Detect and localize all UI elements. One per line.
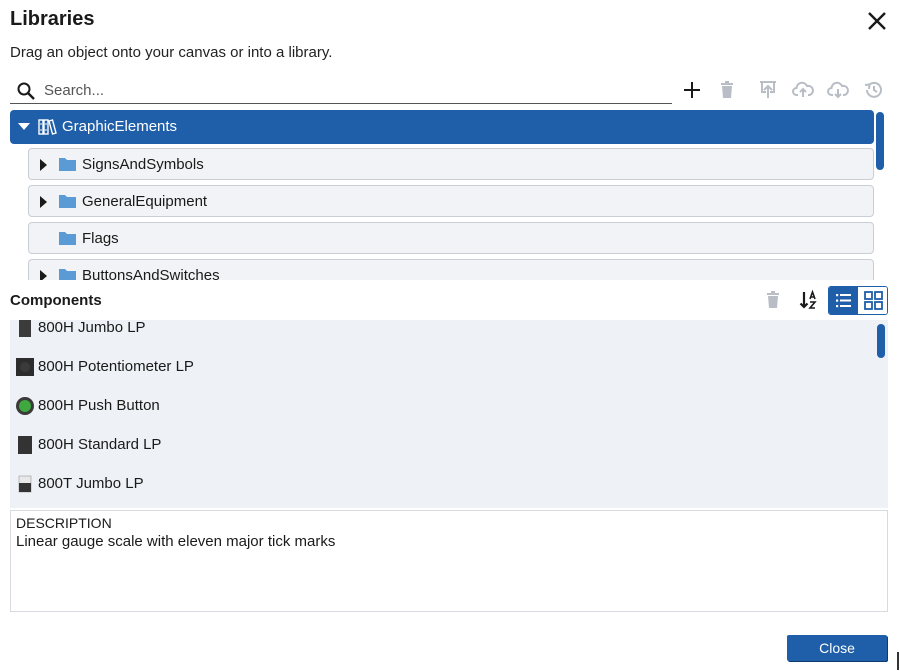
description-title: DESCRIPTION: [16, 515, 112, 531]
description-text: Linear gauge scale with eleven major tic…: [16, 533, 336, 550]
component-thumbnail: [18, 436, 32, 454]
add-icon[interactable]: [680, 78, 704, 102]
dialog-subtitle: Drag an object onto your canvas or into …: [10, 44, 333, 61]
description-panel: DESCRIPTION Linear gauge scale with elev…: [10, 510, 888, 612]
tree-root-label: GraphicElements: [62, 118, 178, 135]
list-item-label: 800H Jumbo LP: [38, 320, 146, 336]
tree-scrollbar[interactable]: [876, 112, 884, 170]
close-button[interactable]: Close: [787, 635, 887, 661]
tree-root-graphicelements[interactable]: GraphicElements: [10, 110, 874, 144]
component-thumbnail: [18, 475, 32, 493]
caret-right-icon[interactable]: [40, 159, 47, 171]
caret-down-icon[interactable]: [18, 123, 30, 130]
grid-view-icon: [864, 291, 883, 310]
tree-item-buttonsandswitches[interactable]: ButtonsAndSwitches: [28, 259, 874, 280]
list-item[interactable]: 800H Potentiometer LP: [10, 355, 870, 381]
folder-icon: [59, 232, 76, 245]
tree-item-flags[interactable]: Flags: [28, 222, 874, 254]
library-icon: [38, 119, 57, 135]
caret-right-icon[interactable]: [40, 270, 47, 280]
dialog-title: Libraries: [10, 8, 95, 30]
search-icon: [17, 82, 35, 100]
component-thumbnail: [16, 397, 34, 415]
resize-handle[interactable]: [897, 652, 899, 670]
history-icon[interactable]: [862, 78, 886, 102]
sort-az-icon[interactable]: [797, 288, 821, 312]
tree-item-label: ButtonsAndSwitches: [82, 267, 220, 280]
tree-item-label: GeneralEquipment: [82, 193, 208, 210]
trash-icon[interactable]: [761, 288, 785, 312]
components-scrollbar[interactable]: [877, 324, 885, 358]
list-item[interactable]: 800H Jumbo LP: [10, 320, 870, 342]
tree-item-label: Flags: [82, 230, 119, 247]
view-toggle: [828, 286, 888, 315]
component-thumbnail: [19, 320, 31, 337]
list-item-label: 800H Push Button: [38, 397, 160, 414]
tree-item-label: SignsAndSymbols: [82, 156, 204, 173]
folder-icon: [59, 158, 76, 171]
tree-item-generalequipment[interactable]: GeneralEquipment: [28, 185, 874, 217]
list-view-button[interactable]: [829, 287, 858, 314]
list-item-label: 800H Standard LP: [38, 436, 162, 453]
close-icon[interactable]: [864, 8, 890, 34]
component-thumbnail: [16, 358, 34, 376]
list-item[interactable]: 800H Push Button: [10, 394, 870, 420]
list-item-label: 800H Potentiometer LP: [38, 358, 194, 375]
list-view-icon: [836, 294, 851, 308]
components-header: Components: [10, 292, 102, 309]
components-list: 800H Jumbo LP 800H Potentiometer LP 800H…: [10, 320, 888, 508]
download-icon[interactable]: [826, 78, 850, 102]
list-item[interactable]: 800H Standard LP: [10, 433, 870, 459]
list-item[interactable]: 800T Jumbo LP: [10, 472, 870, 498]
tree-item-signsandsymbols[interactable]: SignsAndSymbols: [28, 148, 874, 180]
folder-icon: [59, 269, 76, 280]
library-tree: GraphicElements SignsAndSymbols GeneralE…: [10, 110, 888, 280]
grid-view-button[interactable]: [859, 287, 887, 314]
search-box: [10, 77, 672, 104]
list-item-label: 800T Jumbo LP: [38, 475, 144, 492]
upload-icon[interactable]: [791, 78, 815, 102]
trash-icon[interactable]: [715, 78, 739, 102]
folder-icon: [59, 195, 76, 208]
search-input[interactable]: [44, 78, 664, 102]
caret-right-icon[interactable]: [40, 196, 47, 208]
import-icon[interactable]: [756, 78, 780, 102]
